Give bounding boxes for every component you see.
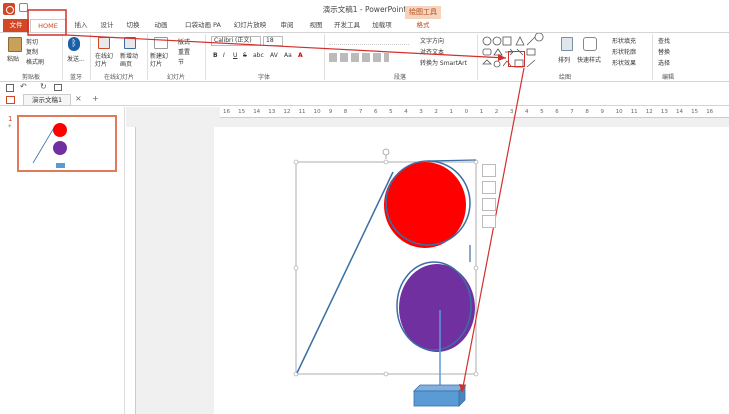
filter-button[interactable] <box>482 215 496 228</box>
pole-line <box>296 171 394 374</box>
slide-drawing <box>27 9 525 407</box>
annotation-arrow-1 <box>65 34 507 59</box>
purple-circle[interactable] <box>399 264 475 352</box>
style-button[interactable] <box>482 198 496 211</box>
home-tab-highlight <box>27 9 67 36</box>
layout-options-button[interactable] <box>482 164 496 177</box>
base-box[interactable] <box>413 390 460 407</box>
shape-side-toolbar <box>482 164 498 234</box>
rotate-handle-icon[interactable] <box>382 148 390 156</box>
add-element-button[interactable] <box>482 181 496 194</box>
